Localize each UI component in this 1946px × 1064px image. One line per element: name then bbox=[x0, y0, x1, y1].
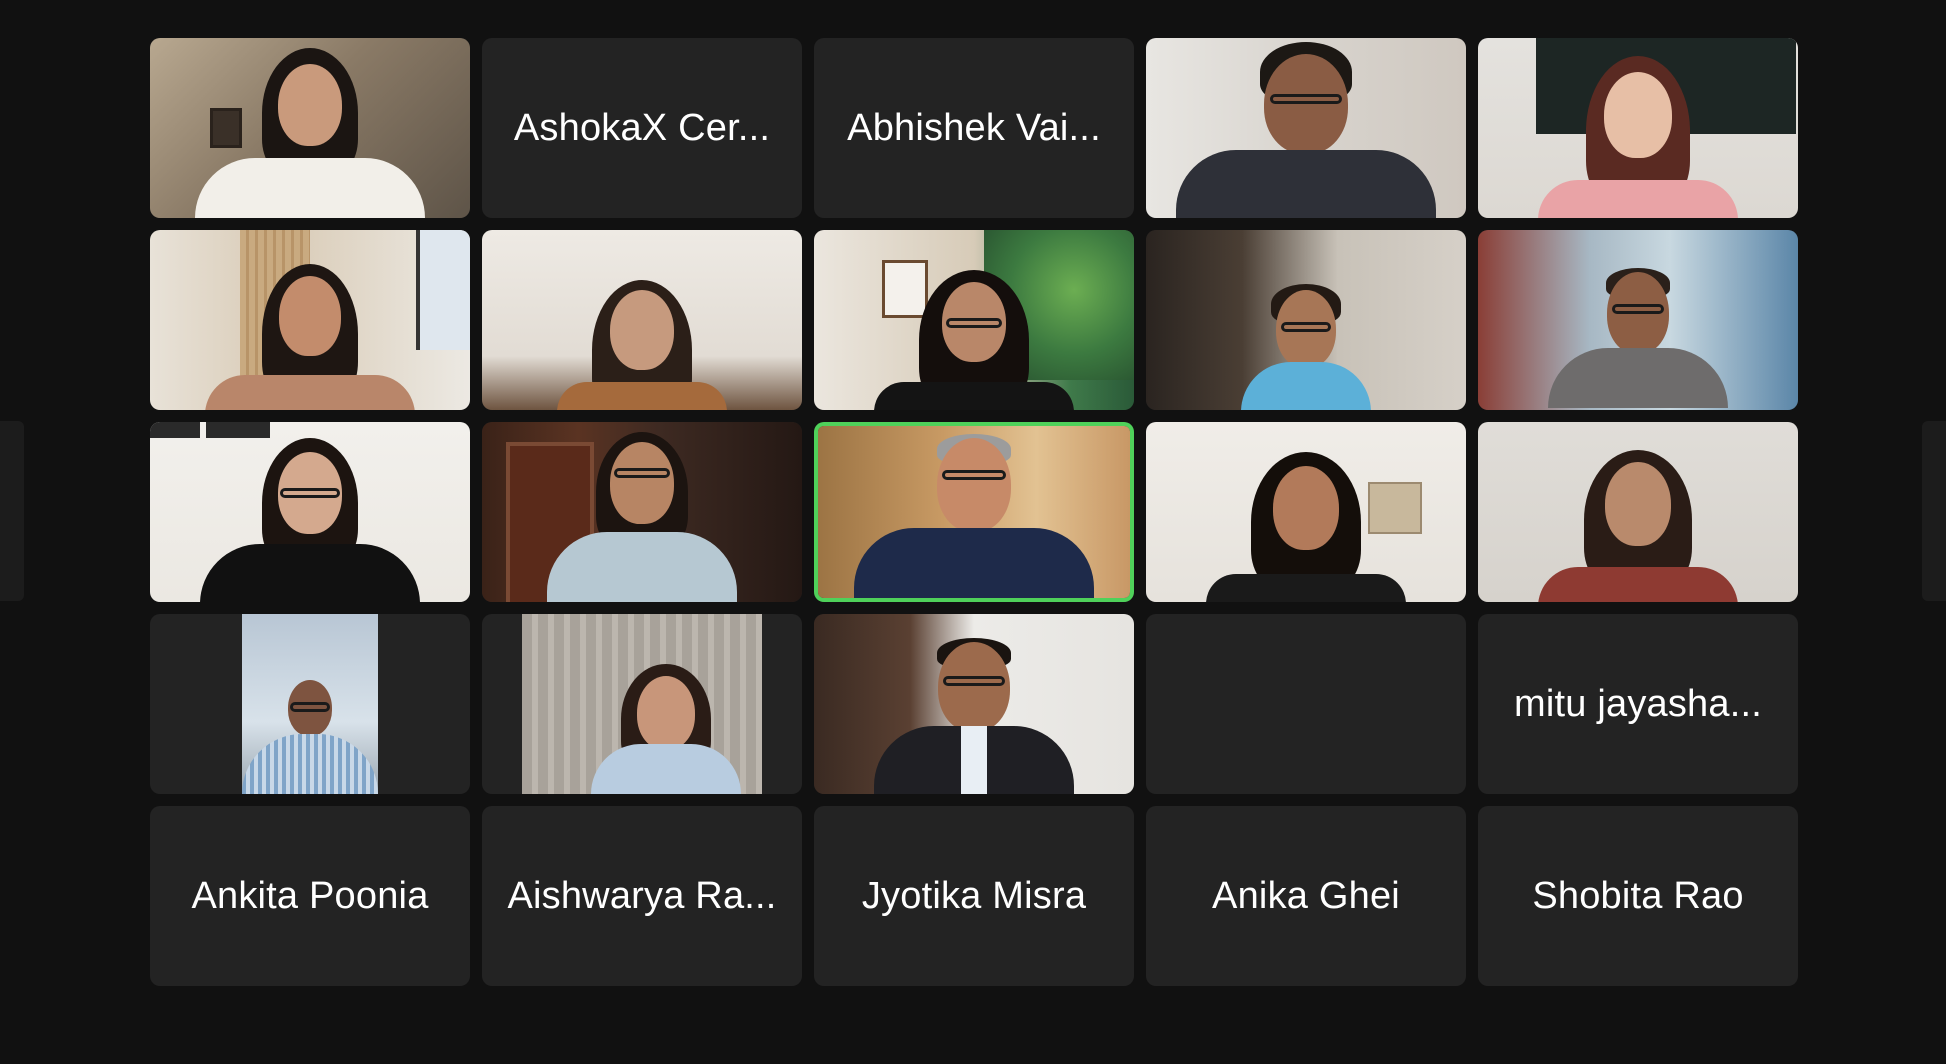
participant-video bbox=[1146, 38, 1466, 218]
participant-video bbox=[1478, 422, 1798, 602]
participant-tile[interactable] bbox=[1478, 230, 1798, 410]
participant-tile[interactable] bbox=[150, 422, 470, 602]
participant-tile[interactable] bbox=[1146, 38, 1466, 218]
participant-name: Anika Ghei bbox=[1212, 874, 1400, 917]
participant-video bbox=[1478, 38, 1798, 218]
participant-tile[interactable] bbox=[482, 614, 802, 794]
participant-name: Shobita Rao bbox=[1532, 874, 1744, 917]
participant-tile[interactable] bbox=[150, 38, 470, 218]
participant-video bbox=[814, 614, 1134, 794]
participant-tile[interactable] bbox=[1478, 38, 1798, 218]
participant-video bbox=[482, 230, 802, 410]
participant-video bbox=[1146, 230, 1466, 410]
participant-name: AshokaX Cer... bbox=[513, 106, 771, 149]
participant-tile[interactable] bbox=[150, 614, 470, 794]
participant-tile-empty[interactable] bbox=[1146, 614, 1466, 794]
meeting-gallery-view: AshokaX Cer... Abhishek Vai... mitu jaya… bbox=[0, 0, 1946, 1064]
participant-tile[interactable]: Ankita Poonia bbox=[150, 806, 470, 986]
participant-tile[interactable] bbox=[482, 230, 802, 410]
participant-name: Ankita Poonia bbox=[191, 874, 429, 917]
participant-video bbox=[150, 38, 470, 218]
participant-tile[interactable]: AshokaX Cer... bbox=[482, 38, 802, 218]
participant-video bbox=[814, 230, 1134, 410]
previous-page-button[interactable] bbox=[0, 421, 24, 601]
participant-tile[interactable]: mitu jayasha... bbox=[1478, 614, 1798, 794]
participant-tile[interactable] bbox=[814, 614, 1134, 794]
participant-video bbox=[482, 422, 802, 602]
participant-name: Jyotika Misra bbox=[861, 874, 1087, 917]
next-page-button[interactable] bbox=[1922, 421, 1946, 601]
participant-video bbox=[242, 614, 378, 794]
participant-name: Abhishek Vai... bbox=[847, 106, 1101, 149]
participant-video bbox=[150, 422, 470, 602]
participant-video bbox=[150, 230, 470, 410]
participant-tile[interactable]: Aishwarya Ra... bbox=[482, 806, 802, 986]
participant-tile[interactable] bbox=[1146, 230, 1466, 410]
participant-tile[interactable] bbox=[1478, 422, 1798, 602]
participant-video bbox=[1478, 230, 1798, 410]
participant-tile-active-speaker[interactable] bbox=[814, 422, 1134, 602]
participant-tile[interactable]: Jyotika Misra bbox=[814, 806, 1134, 986]
participant-tile[interactable] bbox=[814, 230, 1134, 410]
participant-tile[interactable] bbox=[482, 422, 802, 602]
participant-name: mitu jayasha... bbox=[1514, 682, 1762, 725]
participant-tile[interactable]: Shobita Rao bbox=[1478, 806, 1798, 986]
participant-grid: AshokaX Cer... Abhishek Vai... mitu jaya… bbox=[150, 38, 1798, 986]
participant-tile[interactable] bbox=[1146, 422, 1466, 602]
participant-video bbox=[1146, 422, 1466, 602]
participant-tile[interactable] bbox=[150, 230, 470, 410]
participant-tile[interactable]: Anika Ghei bbox=[1146, 806, 1466, 986]
participant-tile[interactable]: Abhishek Vai... bbox=[814, 38, 1134, 218]
participant-video bbox=[522, 614, 762, 794]
participant-video bbox=[818, 426, 1130, 598]
participant-name: Aishwarya Ra... bbox=[507, 874, 777, 917]
